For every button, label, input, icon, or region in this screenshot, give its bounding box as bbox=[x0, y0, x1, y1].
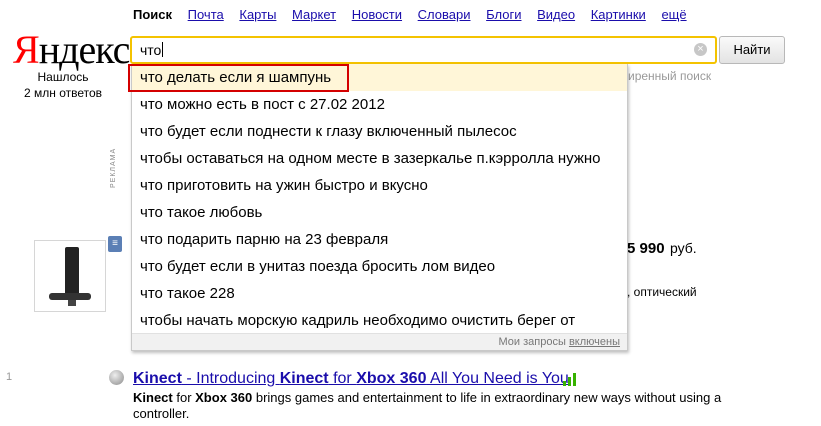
product-image[interactable] bbox=[34, 240, 106, 312]
title-keyword: Kinect bbox=[133, 370, 182, 387]
suggest-footer: Мои запросы включены bbox=[132, 333, 627, 350]
snippet-keyword: Kinect bbox=[133, 390, 173, 405]
nav-link-dictionaries[interactable]: Словари bbox=[418, 7, 471, 22]
nav-link-news[interactable]: Новости bbox=[352, 7, 402, 22]
results-count-value: 2 млн ответов bbox=[23, 86, 103, 100]
relevance-bars-icon bbox=[563, 373, 579, 386]
suggest-item[interactable]: чтобы оставаться на одном месте в зазерк… bbox=[132, 145, 627, 172]
suggest-item[interactable]: что будет если поднести к глазу включенн… bbox=[132, 118, 627, 145]
my-queries-toggle-link[interactable]: включены bbox=[569, 336, 620, 348]
xbox-favicon-icon bbox=[109, 370, 124, 385]
logo-first-letter: Я bbox=[13, 27, 40, 72]
nav-link-maps[interactable]: Карты bbox=[239, 7, 276, 22]
clear-icon[interactable]: × bbox=[694, 43, 707, 56]
secure-search-link[interactable]: иренный поиск bbox=[628, 69, 711, 83]
price-currency: руб. bbox=[670, 240, 697, 256]
result-title-link[interactable]: Kinect - Introducing Kinect for Xbox 360… bbox=[133, 370, 569, 388]
suggest-dropdown: что делать если я шампунь что можно есть… bbox=[131, 64, 628, 351]
title-keyword: Xbox 360 bbox=[356, 370, 427, 387]
top-nav: Поиск Почта Карты Маркет Новости Словари… bbox=[133, 7, 699, 22]
suggest-item[interactable]: что можно есть в пост с 27.02 2012 bbox=[132, 91, 627, 118]
nav-link-video[interactable]: Видео bbox=[537, 7, 575, 22]
stand-shape bbox=[68, 300, 76, 306]
xbox-console-shape bbox=[65, 247, 79, 295]
snippet-part: for bbox=[172, 390, 196, 405]
result-number: 1 bbox=[6, 371, 13, 383]
doc-icon[interactable]: ≡ bbox=[108, 236, 122, 252]
search-button[interactable]: Найти bbox=[719, 36, 785, 64]
title-keyword: Kinect bbox=[279, 370, 329, 387]
title-part: for bbox=[328, 370, 357, 387]
price-value: 5 990 bbox=[627, 240, 665, 257]
product-desc-fragment: , оптический bbox=[627, 285, 697, 299]
result-snippet: Kinect for Xbox 360 brings games and ent… bbox=[133, 390, 733, 422]
nav-search-active: Поиск bbox=[133, 7, 173, 22]
kinect-sensor-shape bbox=[49, 293, 91, 300]
text-cursor bbox=[162, 42, 164, 57]
suggest-item[interactable]: что такое 228 bbox=[132, 280, 627, 307]
suggest-item[interactable]: что приготовить на ужин быстро и вкусно bbox=[132, 172, 627, 199]
suggest-item[interactable]: что будет если в унитаз поезда бросить л… bbox=[132, 253, 627, 280]
results-count-label: Нашлось bbox=[37, 70, 89, 84]
title-part: All You Need is You bbox=[426, 370, 569, 387]
nav-link-mail[interactable]: Почта bbox=[188, 7, 224, 22]
my-queries-label: Мои запросы bbox=[498, 336, 566, 348]
search-input-value: что bbox=[140, 42, 162, 58]
results-count: Нашлось 2 млн ответов bbox=[20, 69, 106, 101]
search-input[interactable]: что bbox=[140, 42, 164, 58]
nav-link-more[interactable]: ещё bbox=[661, 7, 686, 22]
yandex-logo[interactable]: Яндекс bbox=[13, 27, 131, 72]
nav-link-blogs[interactable]: Блоги bbox=[486, 7, 521, 22]
highlight-annotation-box bbox=[128, 64, 349, 92]
title-part: - Introducing bbox=[181, 370, 280, 387]
logo-rest: ндекс bbox=[38, 27, 131, 72]
nav-link-images[interactable]: Картинки bbox=[591, 7, 646, 22]
suggest-item[interactable]: что такое любовь bbox=[132, 199, 627, 226]
suggest-item[interactable]: что подарить парню на 23 февраля bbox=[132, 226, 627, 253]
search-box[interactable]: что × bbox=[130, 36, 717, 64]
snippet-keyword: Xbox 360 bbox=[195, 390, 253, 405]
suggest-item[interactable]: чтобы начать морскую кадриль необходимо … bbox=[132, 307, 627, 334]
ad-label: РЕКЛАМА bbox=[110, 147, 117, 188]
nav-link-market[interactable]: Маркет bbox=[292, 7, 336, 22]
